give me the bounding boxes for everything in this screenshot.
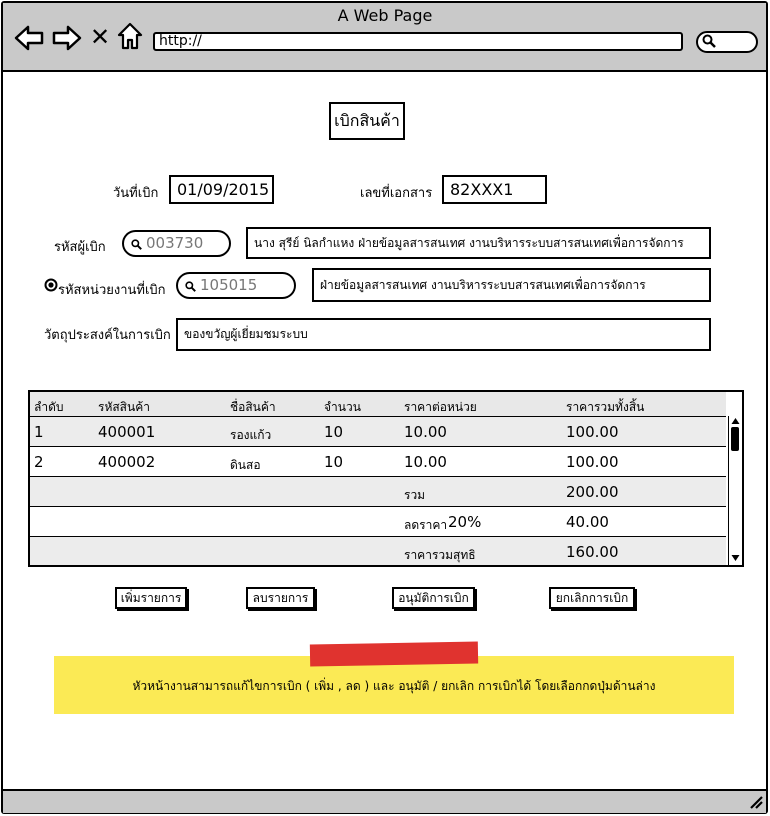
scroll-down-icon[interactable] [731,554,740,562]
header-name: ชื่อสินค้า [230,400,276,414]
cell-code: 400002 [98,453,156,471]
document-number-label: เลขที่เอกสาร [360,186,433,201]
table-row[interactable]: 1 400001 รองแก้ว 10 10.00 100.00 [30,416,726,446]
header-total: ราคารวมทั้งสิ้น [566,400,645,414]
cell-qty: 10 [324,453,344,471]
status-bar [3,789,766,813]
requester-code-label: รหัสผู้เบิก [54,240,106,255]
sum-value: 200.00 [566,483,619,501]
note-tape [309,641,479,667]
forward-arrow-icon[interactable] [52,24,82,52]
cell-code: 400001 [98,423,156,441]
header-code: รหัสสินค้า [98,400,150,414]
header-qty: จำนวน [324,400,361,414]
address-bar[interactable]: http:// [153,32,683,51]
cell-qty: 10 [324,423,344,441]
net-label: ราคารวมสุทธิ [404,548,476,562]
header-unit-price: ราคาต่อหน่วย [404,400,477,414]
window-title: A Web Page [337,6,433,25]
date-field[interactable]: 01/09/2015 [169,175,274,204]
table-row[interactable]: 2 400002 ดินสอ 10 10.00 100.00 [30,446,726,476]
scroll-thumb[interactable] [731,427,739,451]
purpose-field[interactable]: ของขวัญผู้เยี่ยมชมระบบ [176,318,711,351]
table-header: ลำดับ รหัสสินค้า ชื่อสินค้า จำนวน ราคาต่… [30,392,726,416]
browser-search-field[interactable] [696,31,758,53]
purpose-label: วัตถุประสงค์ในการเบิก [44,328,171,343]
cell-no: 2 [34,453,44,471]
discount-percent: 20% [448,513,482,531]
unit-detail-field[interactable]: ฝ่ายข้อมูลสารสนเทศ งานบริหารระบบสารสนเทศ… [312,268,711,302]
scroll-up-icon[interactable] [731,417,740,425]
cell-total: 100.00 [566,453,619,471]
document-number-field[interactable]: 82XXX1 [442,175,547,204]
home-icon[interactable] [117,22,143,50]
header-no: ลำดับ [34,400,64,414]
cell-name: รองแก้ว [230,428,272,442]
close-icon[interactable]: ✕ [90,24,112,50]
delete-item-button[interactable]: ลบรายการ [246,587,315,609]
search-icon [702,34,716,48]
unit-code-search[interactable]: 105015 [176,272,296,299]
sum-label: รวม [404,488,426,502]
summary-row-sum: รวม 200.00 [30,476,726,506]
summary-row-discount: ลดราคา 20% 40.00 [30,506,726,536]
cell-name: ดินสอ [230,458,261,472]
discount-label: ลดราคา [404,518,448,532]
back-arrow-icon[interactable] [14,24,44,52]
cell-total: 100.00 [566,423,619,441]
cell-no: 1 [34,423,44,441]
table-scrollbar[interactable] [728,416,742,565]
cancel-request-button[interactable]: ยกเลิกการเบิก [549,587,635,609]
unit-code-label: รหัสหน่วยงานที่เบิก [58,283,166,298]
search-icon [131,239,142,250]
unit-code-value: 105015 [200,276,258,294]
net-value: 160.00 [566,543,619,561]
cell-unit-price: 10.00 [404,453,447,471]
date-label: วันที่เบิก [113,186,159,201]
discount-value: 40.00 [566,513,609,531]
note-text: หัวหน้างานสามารถแก้ไขการเบิก ( เพิ่ม , ล… [132,679,656,693]
items-table: ลำดับ รหัสสินค้า ชื่อสินค้า จำนวน ราคาต่… [28,390,744,567]
add-item-button[interactable]: เพิ่มรายการ [115,587,187,609]
requester-detail-field[interactable]: นาง สุรีย์ นิลกำแหง ฝ่ายข้อมูลสารสนเทศ ง… [246,227,711,259]
requester-code-search[interactable]: 003730 [122,230,231,257]
summary-row-net: ราคารวมสุทธิ 160.00 [30,536,726,565]
resize-grip-icon[interactable] [749,795,763,809]
cell-unit-price: 10.00 [404,423,447,441]
approve-button[interactable]: อนุมัติการเบิก [392,587,475,609]
radio-selected-icon[interactable] [44,278,58,292]
page-title: เบิกสินค้า [329,102,405,140]
requester-code-value: 003730 [146,234,204,252]
search-icon [185,281,196,292]
